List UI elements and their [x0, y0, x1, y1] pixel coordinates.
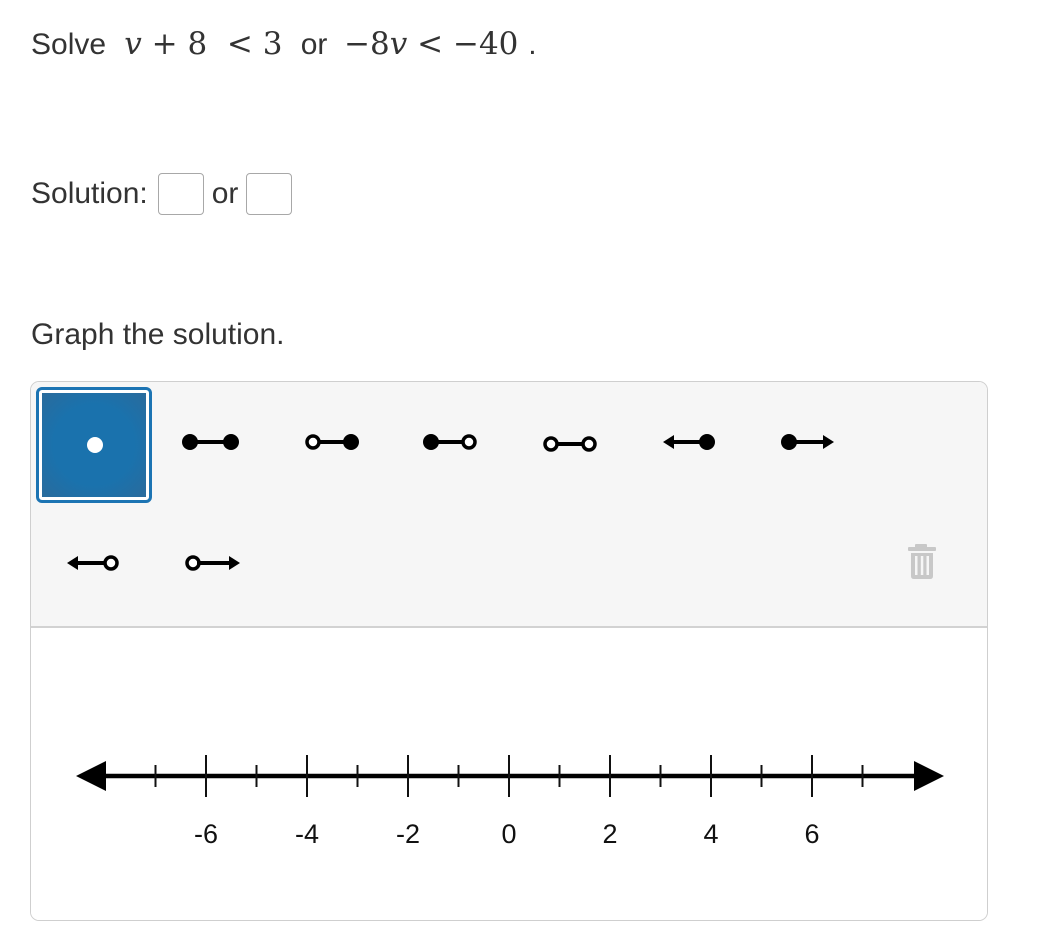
number-line-area[interactable]: -6 -4 -2 0 2 4 6 [31, 628, 987, 920]
inequality-1: v + 8 < 3 [124, 26, 283, 62]
problem-statement: Solve v + 8 < 3 or −8v < −40 . [31, 22, 537, 67]
answer-input-1[interactable] [157, 173, 204, 215]
tick-label: -2 [396, 819, 420, 849]
tick-label: -6 [194, 819, 218, 849]
solution-label: Solution: [31, 177, 148, 210]
solution-connector: or [211, 177, 239, 210]
tick-label: 0 [501, 819, 516, 849]
solution-row: Solution: or [31, 172, 300, 216]
graph-prompt: Graph the solution. [31, 318, 285, 351]
problem-prefix: Solve [31, 28, 107, 61]
left-arrow-icon [76, 761, 106, 791]
right-arrow-icon [914, 761, 944, 791]
tick-label: -4 [295, 819, 319, 849]
tick-label: 4 [703, 819, 718, 849]
tick-label: 2 [602, 819, 617, 849]
graphing-panel: -6 -4 -2 0 2 4 6 [30, 381, 988, 921]
problem-suffix: . [528, 28, 537, 61]
inequality-2: −8v < −40 [344, 26, 519, 62]
tick-label: 6 [804, 819, 819, 849]
problem-connector: or [300, 28, 328, 61]
number-line[interactable]: -6 -4 -2 0 2 4 6 [30, 381, 988, 921]
answer-input-2[interactable] [246, 173, 293, 215]
